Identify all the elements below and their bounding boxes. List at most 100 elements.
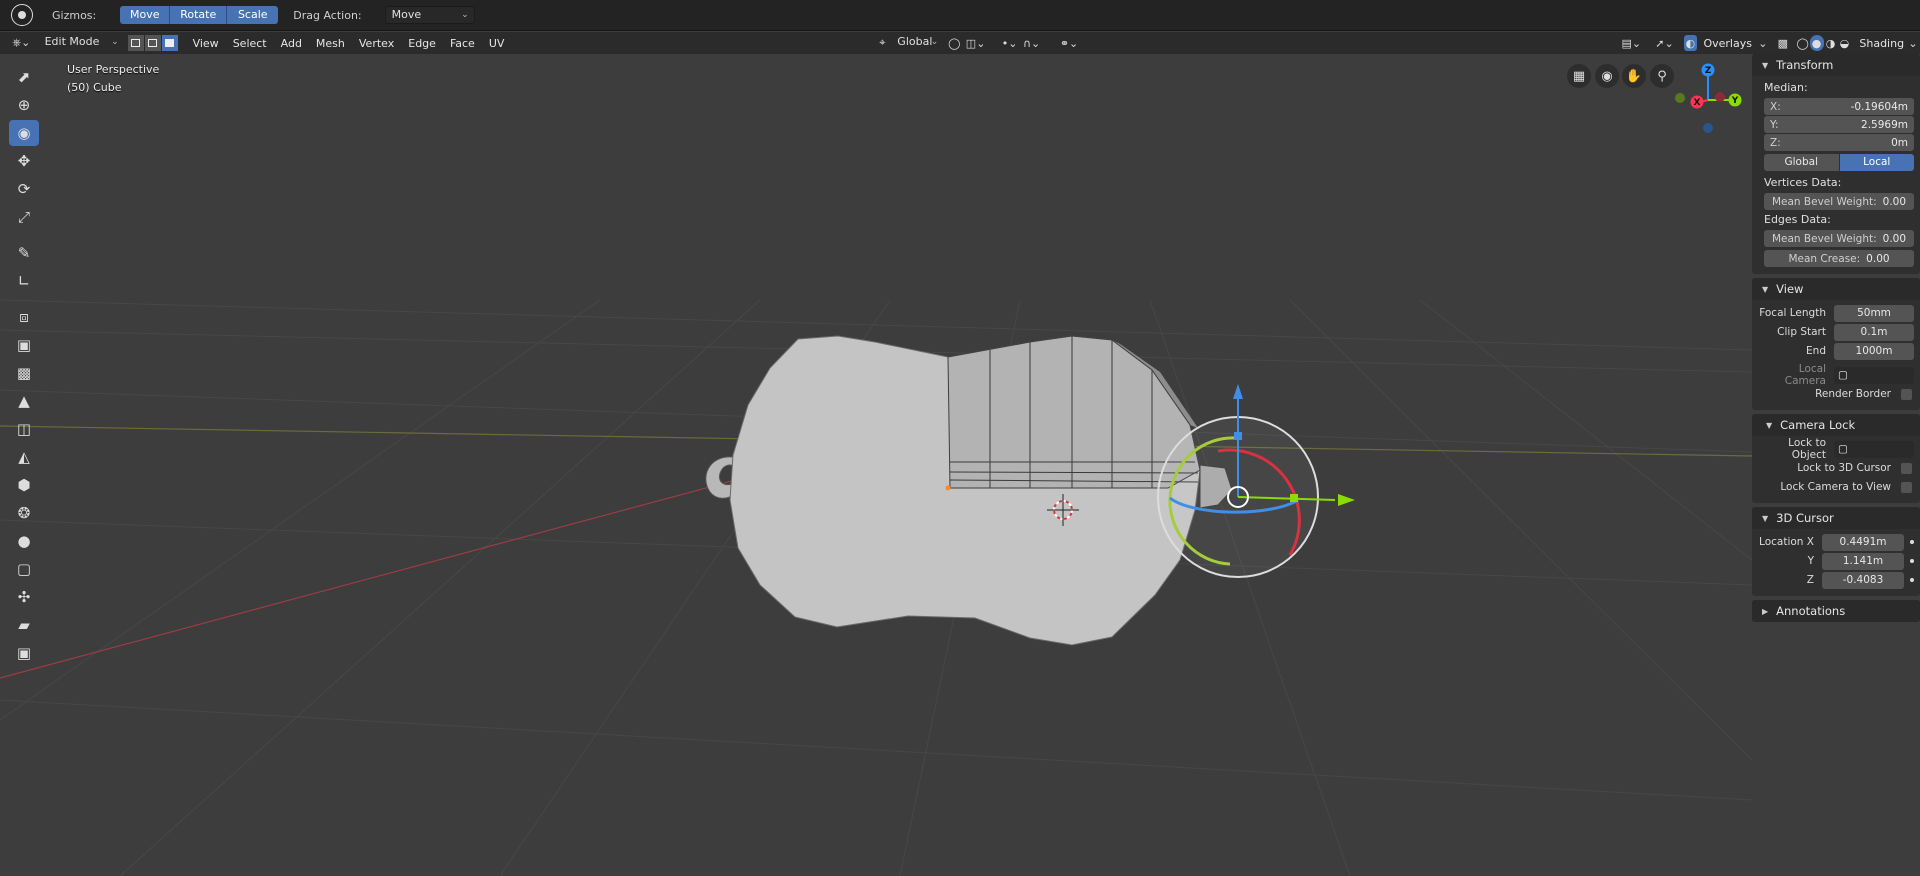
spin-tool-icon[interactable]: ❂ xyxy=(9,500,39,526)
transform-orientation-dropdown[interactable]: Global ⌄ xyxy=(891,34,944,52)
cursor-location-z-field[interactable]: -0.4083 xyxy=(1822,571,1904,589)
menu-mesh[interactable]: Mesh xyxy=(309,37,352,50)
local-camera-field[interactable]: ▢ xyxy=(1834,366,1914,384)
navigation-gizmo[interactable]: Z X Y xyxy=(1664,60,1744,140)
vertex-select-icon[interactable] xyxy=(127,35,145,51)
menu-face[interactable]: Face xyxy=(443,37,482,50)
global-space-button[interactable]: Global xyxy=(1764,154,1840,171)
field-value: 0.00 xyxy=(1882,232,1907,245)
shrink-fatten-tool-icon[interactable]: ✣ xyxy=(9,584,39,610)
smooth-tool-icon[interactable]: ● xyxy=(9,528,39,554)
camera-view-grid-icon[interactable]: ▦ xyxy=(1567,64,1591,88)
clip-end-field[interactable]: 1000m xyxy=(1834,342,1914,360)
extrude-tool-icon[interactable]: ▣ xyxy=(9,332,39,358)
editor-type-icon[interactable]: ⎈⌄ xyxy=(10,35,33,51)
keyframe-dot-icon[interactable] xyxy=(1910,578,1914,582)
clip-start-field[interactable]: 0.1m xyxy=(1834,323,1914,341)
cursor-tool-icon[interactable]: ⊕ xyxy=(9,92,39,118)
annotate-tool-icon[interactable]: ✎ xyxy=(9,240,39,266)
pivot-point-icon[interactable]: ◯ xyxy=(947,35,961,51)
select-box-icon[interactable]: ⬈ xyxy=(9,64,39,90)
median-y-field[interactable]: Y: 2.5969m xyxy=(1764,116,1914,133)
transform-panel-header[interactable]: ▼ Transform xyxy=(1752,54,1920,76)
inset-tool-icon[interactable]: ▩ xyxy=(9,360,39,386)
field-label: Location X xyxy=(1759,536,1814,548)
drag-action-dropdown[interactable]: Move ⌄ xyxy=(384,6,475,24)
poly-build-tool-icon[interactable]: ⬢ xyxy=(9,472,39,498)
zoom-icon[interactable]: ⚲ xyxy=(1650,64,1674,88)
measure-tool-icon[interactable]: ∟ xyxy=(9,268,39,294)
falloff-icon[interactable]: ∩⌄ xyxy=(1021,35,1042,51)
edges-data-label: Edges Data: xyxy=(1764,213,1831,226)
render-border-checkbox[interactable] xyxy=(1901,388,1912,400)
proportional-edit-icon[interactable]: •⌄ xyxy=(1000,35,1019,51)
3d-cursor-panel-header[interactable]: ▼ 3D Cursor xyxy=(1752,507,1920,529)
coordinate-space-toggle: Global Local xyxy=(1764,154,1914,171)
chevron-down-icon[interactable]: ⌄ xyxy=(1906,35,1920,51)
overlays-icon[interactable]: ◐ xyxy=(1683,35,1698,51)
solid-shading-icon[interactable]: ● xyxy=(1809,35,1824,51)
menu-edge[interactable]: Edge xyxy=(401,37,443,50)
camera-lock-panel-header[interactable]: ▼ Camera Lock xyxy=(1752,414,1920,436)
rendered-shading-icon[interactable]: ◒ xyxy=(1837,35,1851,51)
median-x-field[interactable]: X: -0.19604m xyxy=(1764,98,1914,115)
gizmo-toggle-icon[interactable]: ➚⌄ xyxy=(1651,35,1677,51)
rip-region-tool-icon[interactable]: ▣ xyxy=(9,640,39,666)
scale-tool-icon[interactable]: ⤢ xyxy=(9,204,39,230)
cursor-location-x-field[interactable]: 0.4491m xyxy=(1822,533,1904,551)
shear-tool-icon[interactable]: ▰ xyxy=(9,612,39,638)
gizmo-scale-button[interactable]: Scale xyxy=(227,6,279,24)
link-icon[interactable]: ⚭⌄ xyxy=(1056,35,1082,51)
edge-select-icon[interactable] xyxy=(144,35,162,51)
bevel-tool-icon[interactable]: ▲ xyxy=(9,388,39,414)
move-tool-icon[interactable]: ✥ xyxy=(9,148,39,174)
edge-slide-tool-icon[interactable]: ▢ xyxy=(9,556,39,582)
shading-label[interactable]: Shading xyxy=(1859,37,1904,50)
lock-to-object-field[interactable]: ▢ xyxy=(1834,440,1914,458)
menu-vertex[interactable]: Vertex xyxy=(352,37,401,50)
view-panel-header[interactable]: ▼ View xyxy=(1752,278,1920,300)
gizmo-rotate-button[interactable]: Rotate xyxy=(170,6,228,24)
camera-icon[interactable]: ◉ xyxy=(1595,64,1619,88)
vertices-data-label: Vertices Data: xyxy=(1764,176,1842,189)
vertex-bevel-weight-field[interactable]: Mean Bevel Weight: 0.00 xyxy=(1764,193,1914,210)
keyframe-dot-icon[interactable] xyxy=(1910,540,1914,544)
chevron-down-icon[interactable]: ⌄ xyxy=(1756,35,1770,51)
cursor-location-y-field[interactable]: 1.141m xyxy=(1822,552,1904,570)
menu-uv[interactable]: UV xyxy=(482,37,512,50)
add-cube-tool-icon[interactable]: ⧈ xyxy=(9,304,39,330)
focal-length-field[interactable]: 50mm xyxy=(1834,304,1914,322)
local-space-button[interactable]: Local xyxy=(1839,154,1914,171)
blender-logo-icon[interactable] xyxy=(11,4,33,26)
viewport-canvas[interactable] xyxy=(0,54,1752,876)
median-z-field[interactable]: Z: 0m xyxy=(1764,134,1914,151)
knife-tool-icon[interactable]: ◭ xyxy=(9,444,39,470)
view-object-types-icon[interactable]: ▤⌄ xyxy=(1619,35,1643,51)
menu-select[interactable]: Select xyxy=(226,37,274,50)
menu-view[interactable]: View xyxy=(186,37,226,50)
edge-bevel-weight-field[interactable]: Mean Bevel Weight: 0.00 xyxy=(1764,230,1914,247)
material-shading-icon[interactable]: ◑ xyxy=(1824,35,1838,51)
pan-hand-icon[interactable]: ✋ xyxy=(1622,64,1646,88)
mode-dropdown[interactable]: Edit Mode ⌄ xyxy=(38,34,124,52)
lock-to-3d-cursor-checkbox[interactable] xyxy=(1901,462,1912,474)
field-label: Lock to Object xyxy=(1788,437,1826,461)
overlays-label[interactable]: Overlays xyxy=(1703,37,1752,50)
expand-triangle-icon: ▼ xyxy=(1762,284,1769,294)
menu-add[interactable]: Add xyxy=(274,37,309,50)
face-select-icon[interactable] xyxy=(161,35,179,51)
mean-crease-field[interactable]: Mean Crease: 0.00 xyxy=(1764,250,1914,267)
wireframe-shading-icon[interactable]: ◯ xyxy=(1796,35,1810,51)
xray-icon[interactable]: ▩ xyxy=(1776,35,1790,51)
snap-icon[interactable]: ◫⌄ xyxy=(965,35,986,51)
rotate-tool-icon[interactable]: ⟳ xyxy=(9,176,39,202)
keyframe-dot-icon[interactable] xyxy=(1910,559,1914,563)
mesh-object[interactable] xyxy=(705,335,1233,646)
expand-triangle-icon: ▼ xyxy=(1762,513,1769,523)
lock-camera-to-view-checkbox[interactable] xyxy=(1901,481,1912,493)
gizmo-move-button[interactable]: Move xyxy=(120,6,171,24)
render-border-row: Render Border xyxy=(1758,385,1914,403)
transform-tool-icon[interactable]: ◉ xyxy=(9,120,39,146)
loop-cut-tool-icon[interactable]: ◫ xyxy=(9,416,39,442)
annotations-panel-header[interactable]: ▶ Annotations xyxy=(1752,600,1920,622)
